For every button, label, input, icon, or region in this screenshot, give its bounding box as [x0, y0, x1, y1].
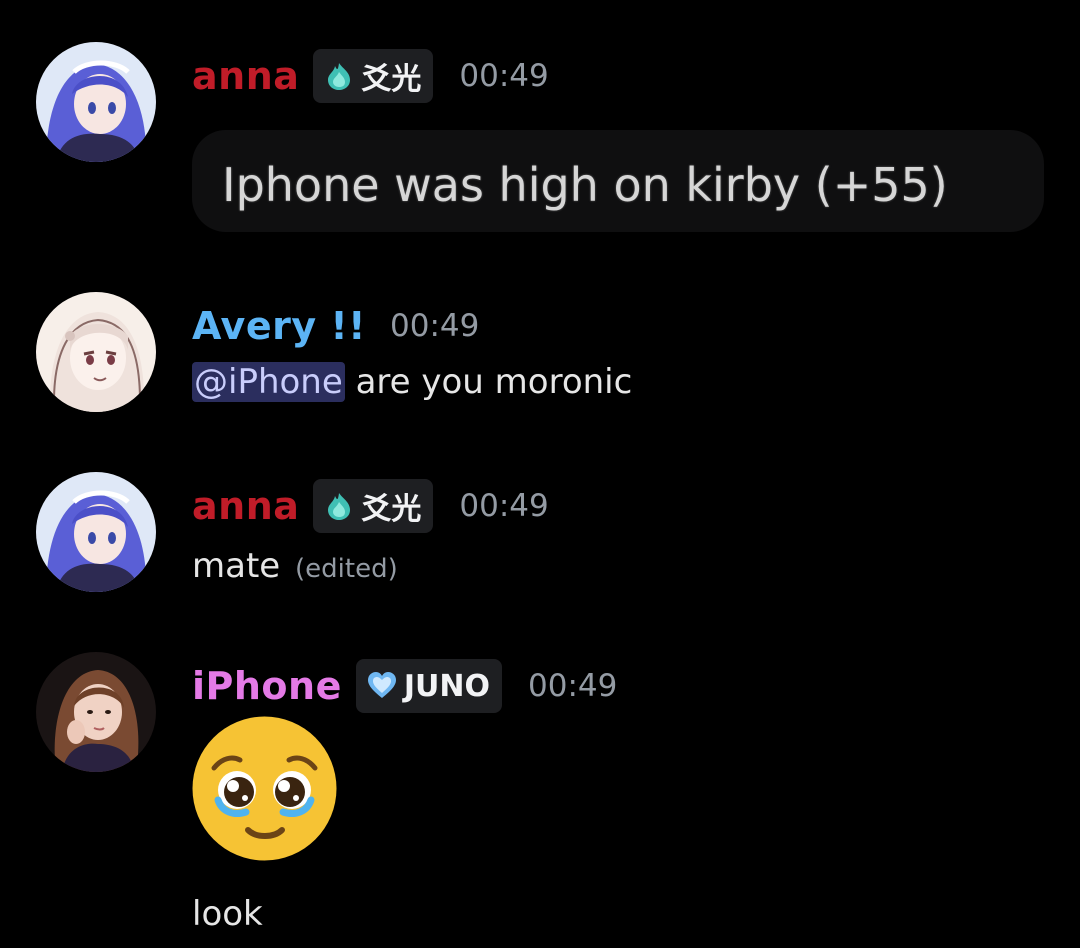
username[interactable]: anna: [192, 484, 299, 528]
edited-indicator: (edited): [295, 554, 398, 584]
username[interactable]: anna: [192, 54, 299, 98]
message-content: mate (edited): [192, 546, 398, 586]
username[interactable]: iPhone: [192, 664, 342, 708]
guild-tag[interactable]: JUNO: [355, 659, 503, 713]
cropped-text-remnant: [262, 130, 962, 136]
guild-tag-label: 爻光: [361, 492, 422, 527]
user-mention[interactable]: @iPhone: [192, 362, 345, 402]
timestamp[interactable]: 00:49: [528, 668, 617, 704]
pleading-face-emoji[interactable]: [192, 716, 337, 861]
guild-tag[interactable]: 爻光: [313, 49, 434, 103]
message-content: @iPhone are you moronic: [192, 362, 632, 402]
message-header: anna 爻光 00:49: [192, 46, 549, 106]
guild-tag-label: JUNO: [403, 668, 491, 704]
avatar-avery[interactable]: [36, 292, 156, 412]
avatar-iphone[interactable]: [36, 652, 156, 772]
timestamp[interactable]: 00:49: [390, 308, 479, 344]
message-text: look: [192, 894, 263, 934]
quoted-image-text: Iphone was high on kirby (+55): [222, 158, 948, 212]
message-text: mate: [192, 546, 281, 586]
message-header: Avery !! 00:49: [192, 296, 479, 356]
username[interactable]: Avery !!: [192, 304, 366, 348]
message-header: anna 爻光 00:49: [192, 476, 549, 536]
avatar-anna[interactable]: [36, 42, 156, 162]
flame-icon: [328, 493, 351, 520]
heart-icon: [367, 672, 396, 698]
message-content: look: [192, 894, 263, 934]
timestamp[interactable]: 00:49: [459, 488, 548, 524]
flame-icon: [328, 63, 351, 90]
avatar-anna[interactable]: [36, 472, 156, 592]
message-header: iPhone JUNO 00:49: [192, 656, 617, 716]
guild-tag[interactable]: 爻光: [313, 479, 434, 533]
guild-tag-label: 爻光: [361, 62, 422, 97]
timestamp[interactable]: 00:49: [459, 58, 548, 94]
quoted-image[interactable]: Iphone was high on kirby (+55): [192, 130, 1044, 232]
message-text: are you moronic: [344, 362, 633, 402]
